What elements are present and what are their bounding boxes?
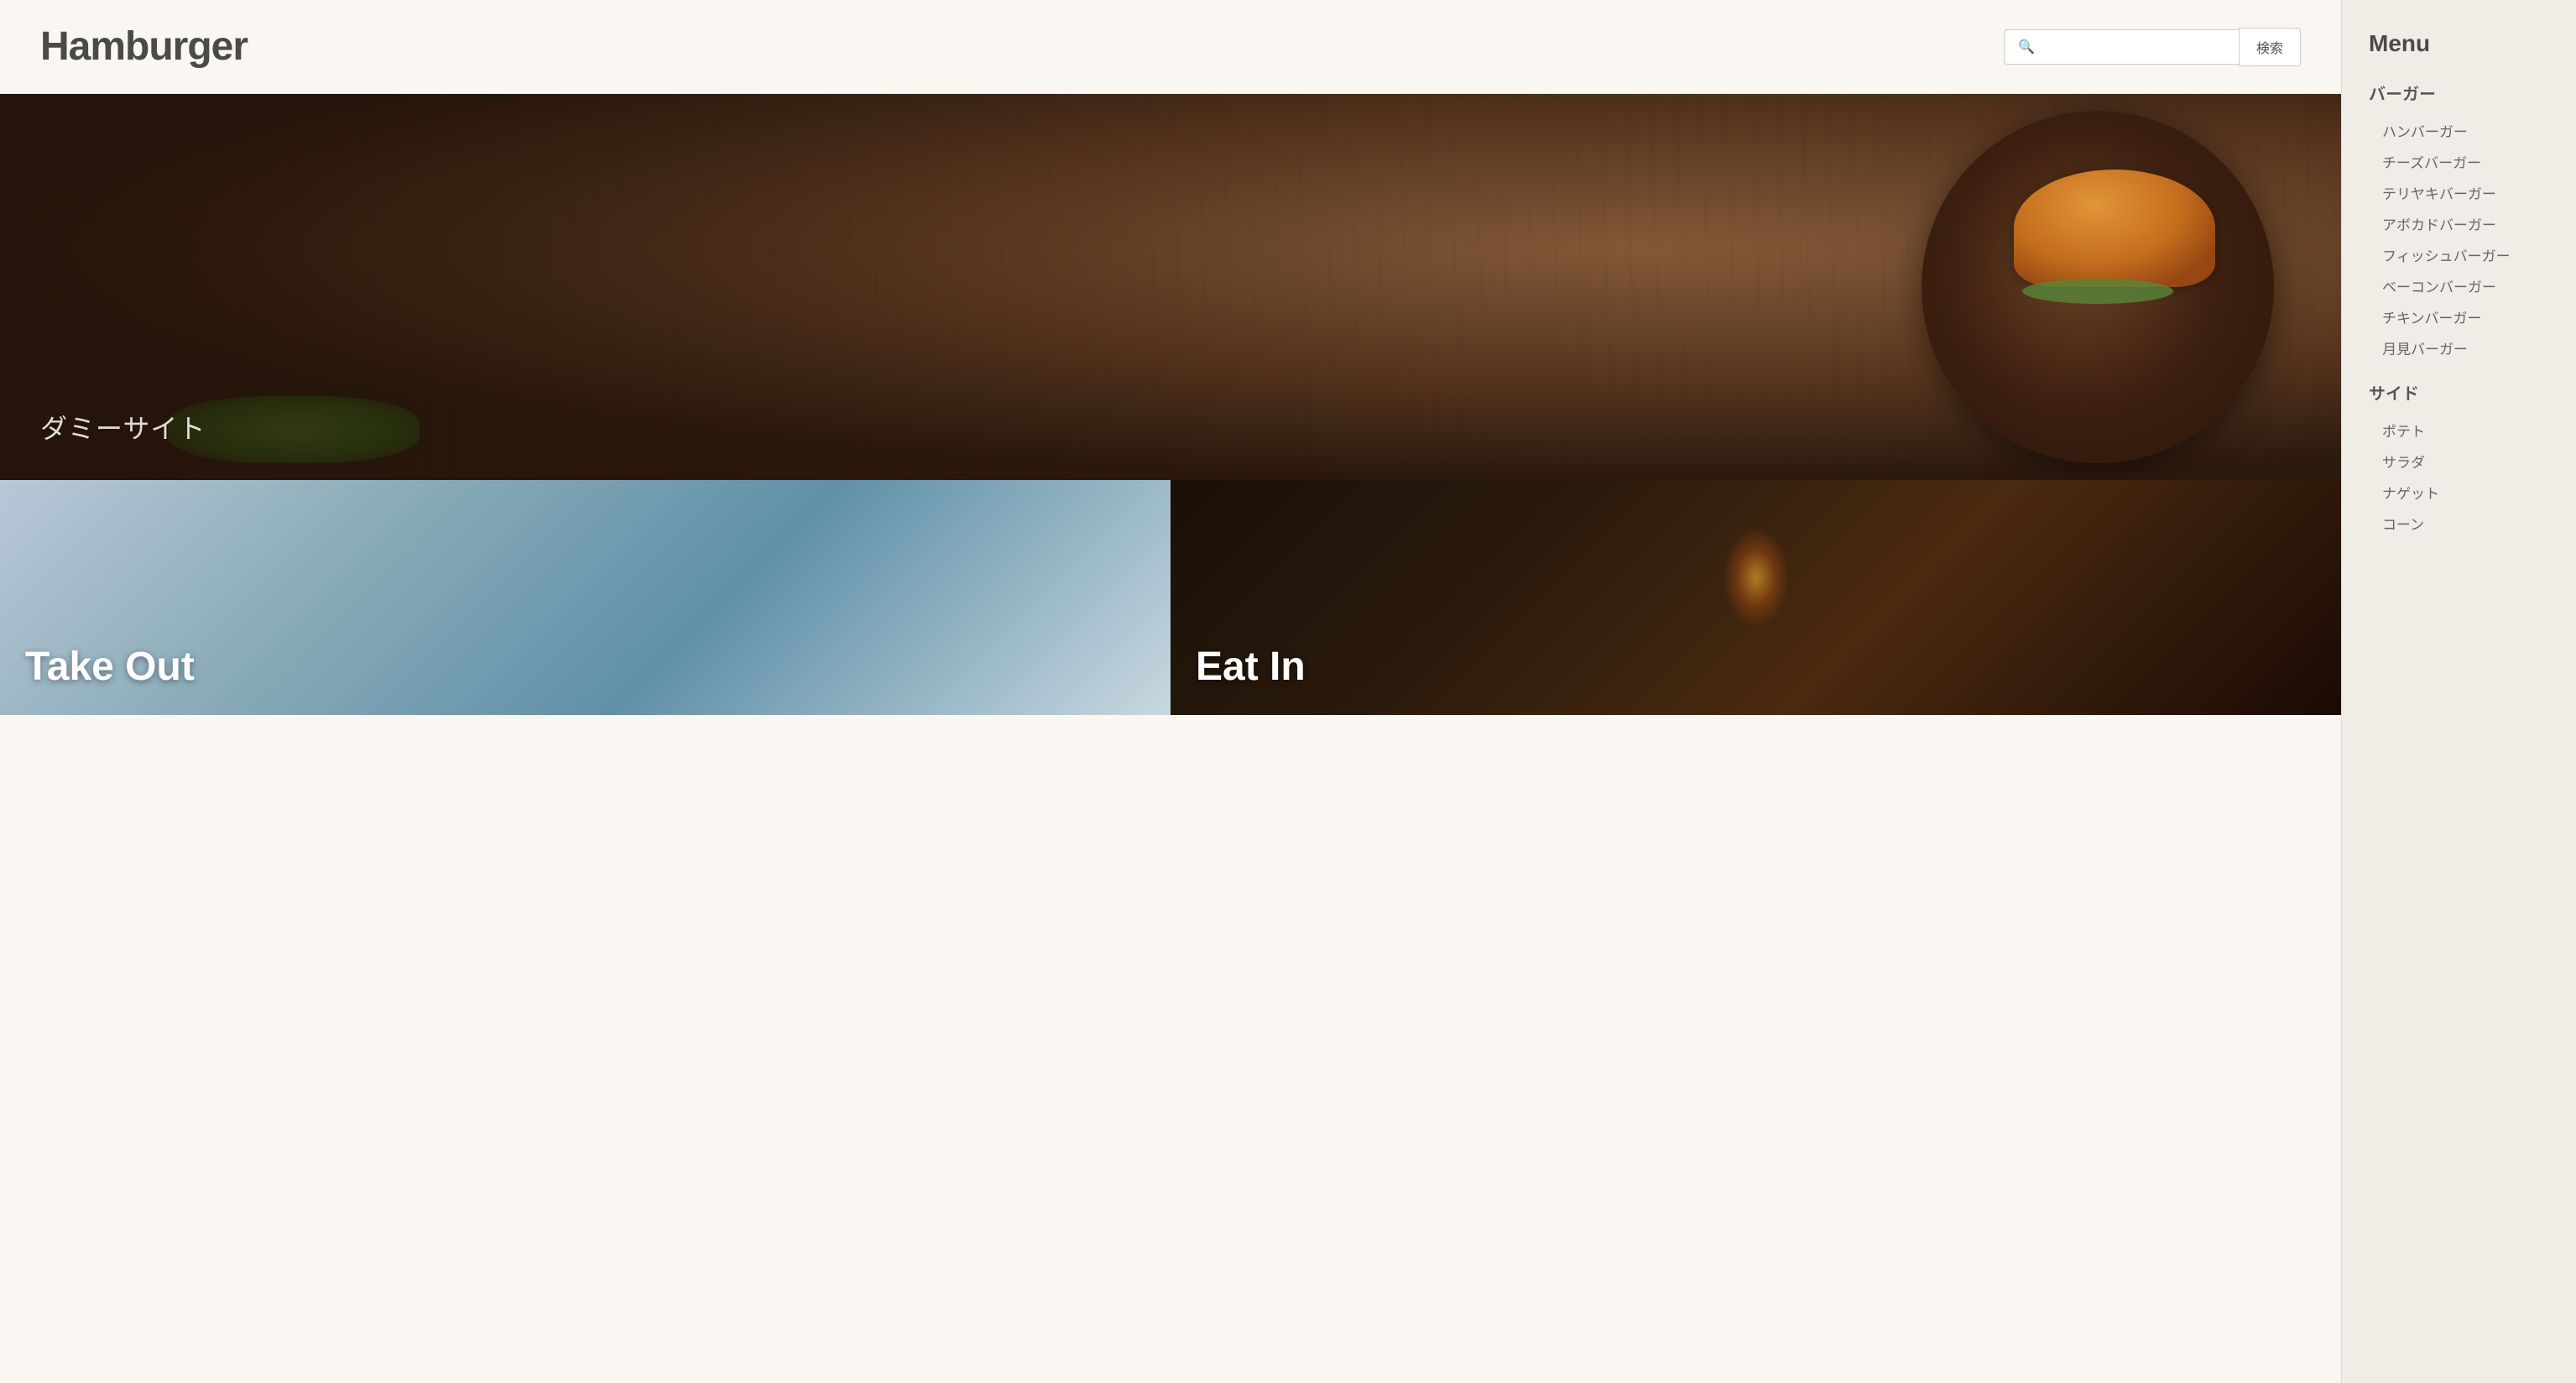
menu-item-tsukimi[interactable]: 月見バーガー: [2369, 332, 2549, 363]
menu-item-hamburger[interactable]: ハンバーガー: [2369, 115, 2549, 146]
menu-item-nugget[interactable]: ナゲット: [2369, 477, 2549, 508]
site-title: Hamburger: [40, 23, 248, 70]
hero-caption: ダミーサイト: [40, 408, 206, 446]
menu-item-fish[interactable]: フィッシュバーガー: [2369, 239, 2549, 270]
eatin-card[interactable]: Eat In: [1171, 480, 2341, 715]
site-header: Hamburger 🔍 検索: [0, 0, 2341, 94]
menu-category-side: サイド: [2369, 380, 2549, 404]
menu-item-cheeseburger[interactable]: チーズバーガー: [2369, 146, 2549, 177]
card-grid: Take Out Eat In: [0, 480, 2341, 1383]
menu-item-corn[interactable]: コーン: [2369, 508, 2549, 539]
eatin-label: Eat In: [1196, 644, 1306, 690]
menu-item-salad[interactable]: サラダ: [2369, 446, 2549, 477]
menu-item-bacon[interactable]: ベーコンバーガー: [2369, 270, 2549, 301]
takeout-label: Take Out: [25, 644, 195, 690]
menu-item-chicken[interactable]: チキンバーガー: [2369, 301, 2549, 332]
takeout-card[interactable]: Take Out: [0, 480, 1171, 715]
sidebar-title: Menu: [2369, 30, 2549, 57]
search-icon: 🔍: [2018, 39, 2035, 55]
menu-item-teriyaki[interactable]: テリヤキバーガー: [2369, 177, 2549, 208]
sidebar: Menu バーガー ハンバーガー チーズバーガー テリヤキバーガー アボカドバー…: [2341, 0, 2576, 1383]
hero-section: ダミーサイト: [0, 94, 2341, 480]
search-button[interactable]: 検索: [2239, 28, 2301, 66]
search-area: 🔍 検索: [2004, 28, 2301, 66]
search-box: 🔍: [2004, 29, 2239, 65]
menu-category-burger: バーガー: [2369, 81, 2549, 105]
hero-overlay: [0, 94, 2341, 480]
search-input[interactable]: [2042, 39, 2225, 55]
menu-item-potato[interactable]: ポテト: [2369, 415, 2549, 446]
menu-item-avocado[interactable]: アボカドバーガー: [2369, 208, 2549, 239]
